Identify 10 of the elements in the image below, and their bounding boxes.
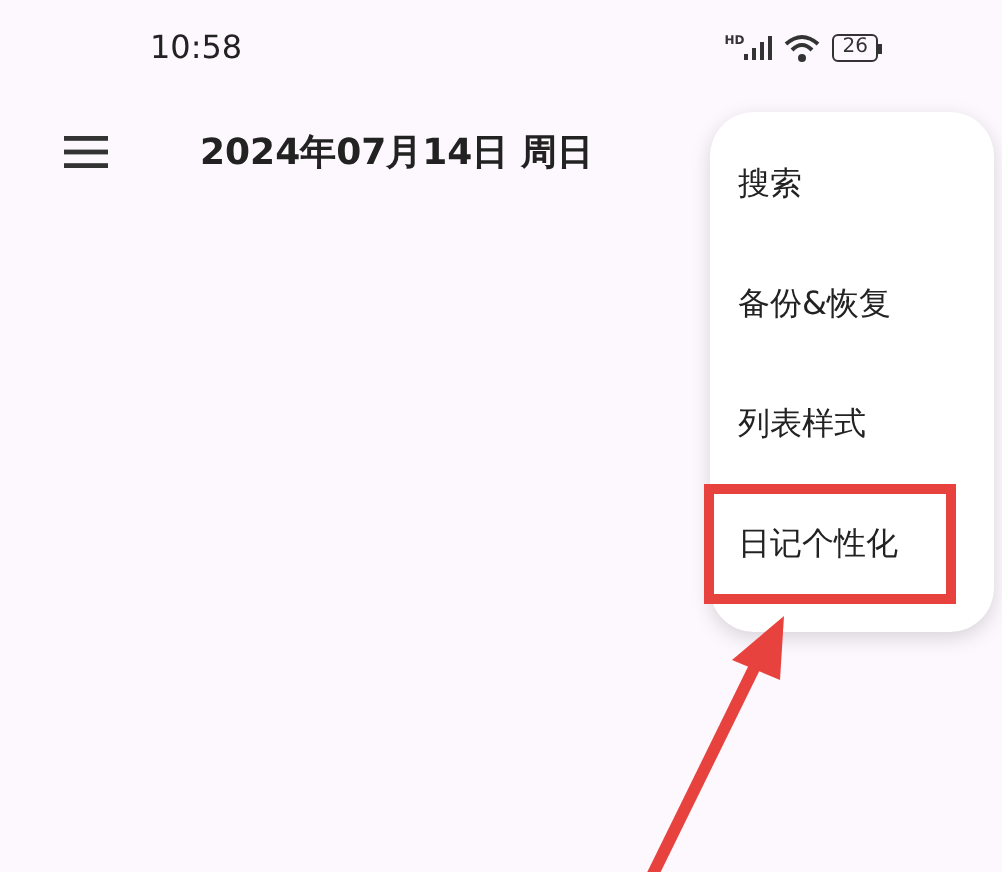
signal-icon xyxy=(744,36,773,60)
date-title: 2024年07月14日 周日 xyxy=(200,129,593,177)
menu-item[interactable]: 列表样式 xyxy=(710,364,994,484)
wifi-icon xyxy=(784,34,821,62)
status-time: 10:58 xyxy=(150,26,243,70)
battery-icon: 26 xyxy=(832,34,882,62)
menu-item[interactable]: 日记个性化 xyxy=(704,484,956,604)
menu-item[interactable]: 搜索 xyxy=(710,124,994,244)
menu-icon[interactable] xyxy=(64,136,108,168)
menu-item[interactable]: 备份&恢复 xyxy=(710,244,994,364)
